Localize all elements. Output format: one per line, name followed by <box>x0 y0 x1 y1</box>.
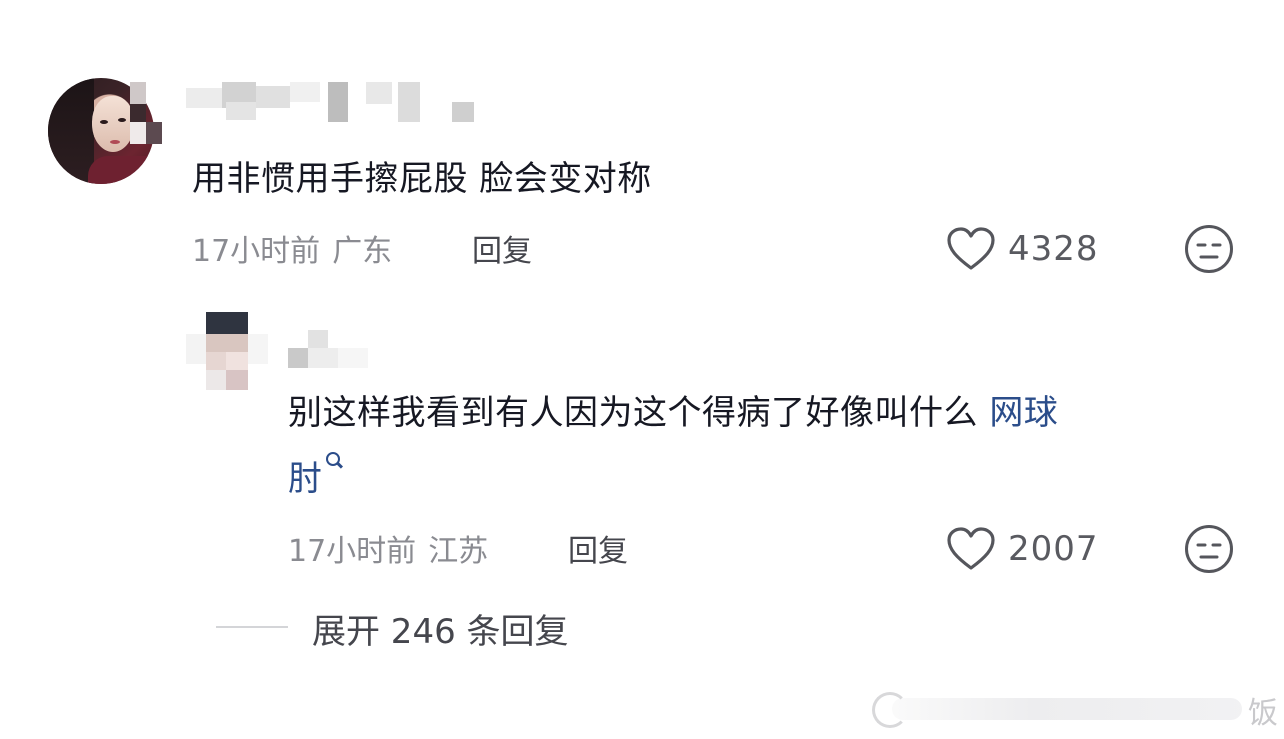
like-count: 2007 <box>1008 529 1099 569</box>
avatar-eye <box>100 120 108 124</box>
comment-thread: 用非惯用手擦屁股 脸会变对称 17小时前 广东 回复 4328 别这样我看到有人因… <box>0 0 1284 739</box>
neutral-face-icon[interactable] <box>1184 524 1234 574</box>
reply-text-body: 别这样我看到有人因为这个得病了好像叫什么 <box>288 393 978 433</box>
reply-avatar[interactable] <box>186 312 270 390</box>
heart-outline-icon <box>947 227 995 270</box>
comment-text: 用非惯用手擦屁股 脸会变对称 <box>192 159 652 199</box>
like-button[interactable]: 4328 <box>946 224 1099 274</box>
search-link[interactable]: 网球 <box>989 393 1058 433</box>
neutral-face-icon[interactable] <box>1184 224 1234 274</box>
comment-time: 17小时前 <box>192 234 321 269</box>
avatar-hair <box>48 78 94 184</box>
reply-location: 江苏 <box>428 534 489 569</box>
watermark: 饭 <box>872 686 1284 732</box>
like-button[interactable]: 2007 <box>946 524 1099 574</box>
avatar-mosaic-overlay <box>130 82 164 146</box>
watermark-bar <box>892 698 1242 720</box>
reply-time: 17小时前 <box>288 534 417 569</box>
comment-location: 广东 <box>332 234 393 269</box>
expand-divider <box>216 626 288 628</box>
watermark-text: 饭 <box>1248 696 1278 731</box>
comment-meta: 17小时前 广东 <box>192 226 392 270</box>
search-icon[interactable] <box>325 452 343 474</box>
avatar-shirt <box>88 156 154 184</box>
reply-button[interactable]: 回复 <box>472 226 532 270</box>
avatar-eye <box>118 118 126 122</box>
like-count: 4328 <box>1008 229 1099 269</box>
reply-username-pixelated[interactable] <box>288 330 378 370</box>
heart-outline-icon <box>947 527 995 570</box>
search-link-continued[interactable]: 肘 <box>288 446 343 512</box>
reply-meta: 17小时前 江苏 <box>288 526 488 570</box>
search-link-text[interactable]: 肘 <box>288 459 323 499</box>
avatar-lips <box>110 140 120 144</box>
watermark-logo-icon <box>872 692 908 728</box>
reply-text: 别这样我看到有人因为这个得病了好像叫什么 网球 <box>288 380 1248 446</box>
username-pixelated[interactable] <box>186 82 476 122</box>
expand-replies-button[interactable]: 展开 246 条回复 <box>312 604 569 653</box>
reply-button[interactable]: 回复 <box>568 526 628 570</box>
